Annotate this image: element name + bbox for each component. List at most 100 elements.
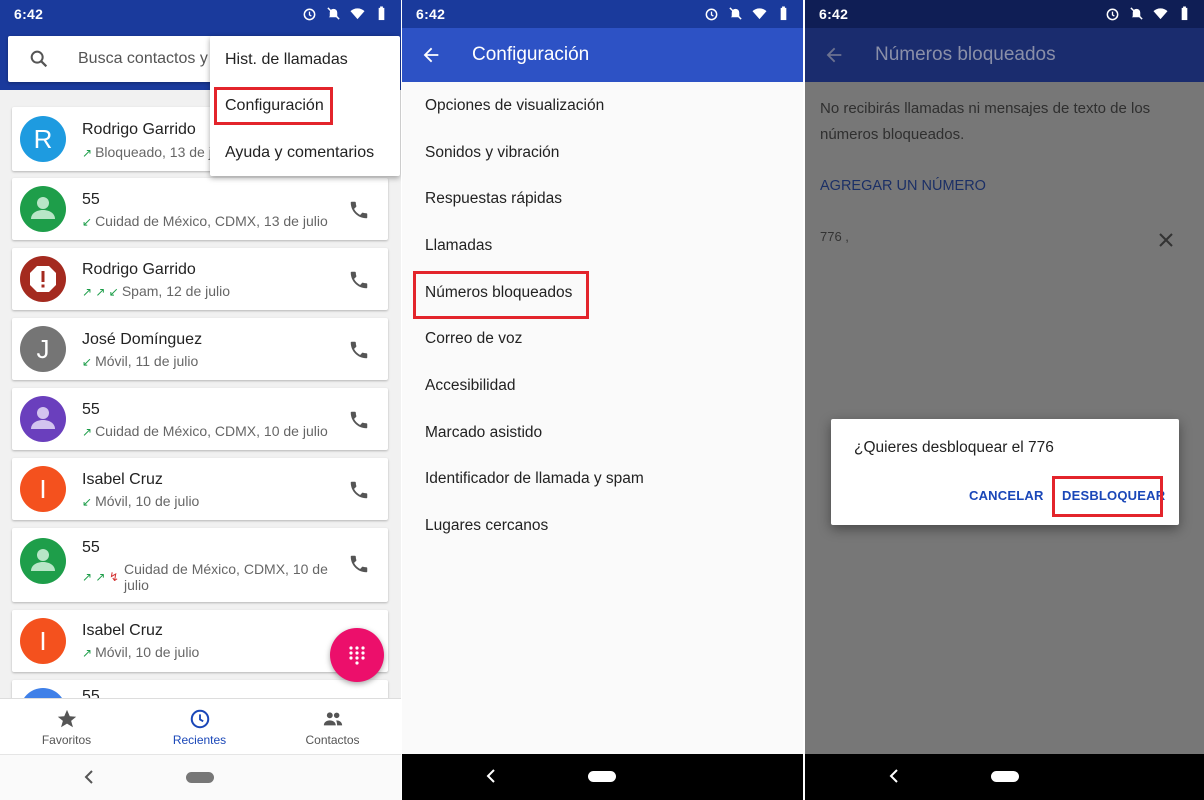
status-time: 6:42 (416, 6, 446, 22)
system-nav-bar (402, 754, 803, 800)
settings-item-caller-id-spam[interactable]: Identificador de llamada y spam (425, 470, 644, 488)
call-list-item[interactable]: 55 ↗ Cuidad de México, CDMX, 10 de julio (12, 388, 388, 450)
notifications-off-icon (327, 7, 340, 20)
tab-favorites[interactable]: Favoritos (0, 699, 133, 755)
notifications-off-icon (1130, 7, 1143, 20)
status-bar: 6:42 (0, 0, 401, 28)
call-list-item[interactable]: 55 ↗ ↗ ↯ Cuidad de México, CDMX, 10 de j… (12, 528, 388, 602)
avatar: I (20, 466, 66, 512)
settings-item-quick-responses[interactable]: Respuestas rápidas (425, 190, 562, 208)
wifi-icon (752, 8, 767, 20)
settings-screen: 6:42 Configuración Opciones de visualiza… (402, 0, 803, 800)
tab-recents[interactable]: Recientes (133, 699, 266, 755)
search-icon (30, 50, 48, 68)
call-list-item[interactable]: Rodrigo Garrido ↗ ↗ ↙ Spam, 12 de julio (12, 248, 388, 310)
status-time: 6:42 (819, 6, 849, 22)
recents-screen: 6:42 R Rodrigo Garrido ↗ Bloqueado, 13 de… (0, 0, 401, 800)
call-detail: Cuidad de México, CDMX, 10 de julio (124, 561, 328, 593)
call-list-item[interactable]: I Isabel Cruz ↙ Móvil, 10 de julio (12, 458, 388, 520)
call-list-item[interactable]: J José Domínguez ↙ Móvil, 11 de julio (12, 318, 388, 380)
avatar: I (20, 618, 66, 664)
close-icon[interactable] (1158, 232, 1174, 248)
settings-item-calls[interactable]: Llamadas (425, 237, 492, 255)
call-list-item[interactable]: 55 ↙ Cuidad de México, CDMX, 13 de julio (12, 178, 388, 240)
cancel-button[interactable]: CANCELAR (969, 488, 1044, 503)
system-nav-bar (805, 754, 1204, 800)
home-pill[interactable] (991, 771, 1019, 782)
spam-icon (30, 266, 56, 292)
settings-item-accessibility[interactable]: Accesibilidad (425, 377, 515, 395)
dialpad-icon (349, 646, 365, 665)
alarm-icon (705, 8, 718, 21)
battery-icon (378, 6, 385, 21)
unblock-dialog: ¿Quieres desbloquear el 776 CANCELAR DES… (831, 419, 1179, 525)
person-icon (31, 549, 55, 571)
incoming-call-icon: ↙ (82, 215, 93, 229)
blocked-number: 776 , (820, 229, 849, 244)
settings-item-nearby-places[interactable]: Lugares cercanos (425, 517, 548, 535)
call-detail: ↙ Móvil, 10 de julio (82, 493, 200, 509)
menu-item-help[interactable]: Ayuda y comentarios (225, 144, 374, 162)
contact-name: Isabel Cruz (82, 471, 163, 488)
contact-name: Rodrigo Garrido (82, 261, 196, 278)
call-detail: ↗ Cuidad de México, CDMX, 10 de julio (82, 423, 328, 439)
outgoing-call-icon: ↗ (82, 146, 93, 160)
home-pill[interactable] (588, 771, 616, 782)
status-bar: 6:42 (805, 0, 1204, 28)
settings-item-voicemail[interactable]: Correo de voz (425, 330, 522, 348)
call-icon[interactable] (348, 553, 370, 575)
clock-icon (190, 709, 210, 729)
call-icon[interactable] (348, 339, 370, 361)
blocked-content: No recibirás llamadas ni mensajes de tex… (805, 82, 1204, 754)
highlight-box (413, 271, 589, 319)
incoming-call-icon: ↙ (82, 495, 93, 509)
menu-item-call-history[interactable]: Hist. de llamadas (225, 51, 348, 69)
avatar (20, 256, 66, 302)
dialpad-button[interactable] (330, 628, 384, 682)
avatar: J (20, 326, 66, 372)
avatar (20, 186, 66, 232)
wifi-icon (1153, 8, 1168, 20)
wifi-icon (350, 8, 365, 20)
highlight-box (214, 87, 333, 125)
alarm-icon (1106, 8, 1119, 21)
back-nav-icon[interactable] (887, 768, 901, 784)
call-detail: ↙ Cuidad de México, CDMX, 13 de julio (82, 213, 328, 229)
home-pill[interactable] (186, 772, 214, 783)
app-bar: Configuración (402, 28, 803, 82)
notifications-off-icon (729, 7, 742, 20)
call-direction-icons: ↗ ↗ ↙ (82, 285, 119, 299)
settings-item-sounds[interactable]: Sonidos y vibración (425, 144, 559, 162)
contact-name: 55 (82, 539, 100, 556)
tab-contacts[interactable]: Contactos (266, 699, 399, 755)
call-icon[interactable] (348, 409, 370, 431)
person-icon (31, 407, 55, 429)
people-icon (323, 712, 343, 726)
person-icon (31, 197, 55, 219)
call-icon[interactable] (348, 269, 370, 291)
app-bar: Números bloqueados (805, 28, 1204, 82)
back-arrow-icon[interactable] (420, 44, 442, 66)
bottom-navigation: Favoritos Recientes Contactos (0, 698, 401, 754)
settings-item-display-options[interactable]: Opciones de visualización (425, 97, 604, 115)
incoming-call-icon: ↙ (82, 355, 93, 369)
blocked-info-text: No recibirás llamadas ni mensajes de tex… (820, 100, 1151, 143)
page-title: Números bloqueados (875, 44, 1056, 65)
contact-name: Rodrigo Garrido (82, 121, 196, 138)
settings-item-assisted-dialing[interactable]: Marcado asistido (425, 424, 542, 442)
back-nav-icon[interactable] (484, 768, 498, 784)
blocked-numbers-screen: 6:42 Números bloqueados No recibirás lla… (805, 0, 1204, 800)
status-bar: 6:42 (402, 0, 803, 28)
alarm-icon (303, 8, 316, 21)
system-nav-bar (0, 754, 401, 800)
search-input[interactable]: Busca contactos y lu (78, 50, 225, 68)
call-icon[interactable] (348, 479, 370, 501)
back-arrow-icon[interactable] (823, 44, 845, 66)
call-detail: ↗ Bloqueado, 13 de j (82, 144, 212, 160)
contact-name: 55 (82, 191, 100, 208)
call-icon[interactable] (348, 199, 370, 221)
contact-name: Isabel Cruz (82, 622, 163, 639)
back-nav-icon[interactable] (82, 769, 96, 785)
outgoing-call-icon: ↗ (82, 646, 93, 660)
add-number-button[interactable]: AGREGAR UN NÚMERO (820, 178, 986, 194)
